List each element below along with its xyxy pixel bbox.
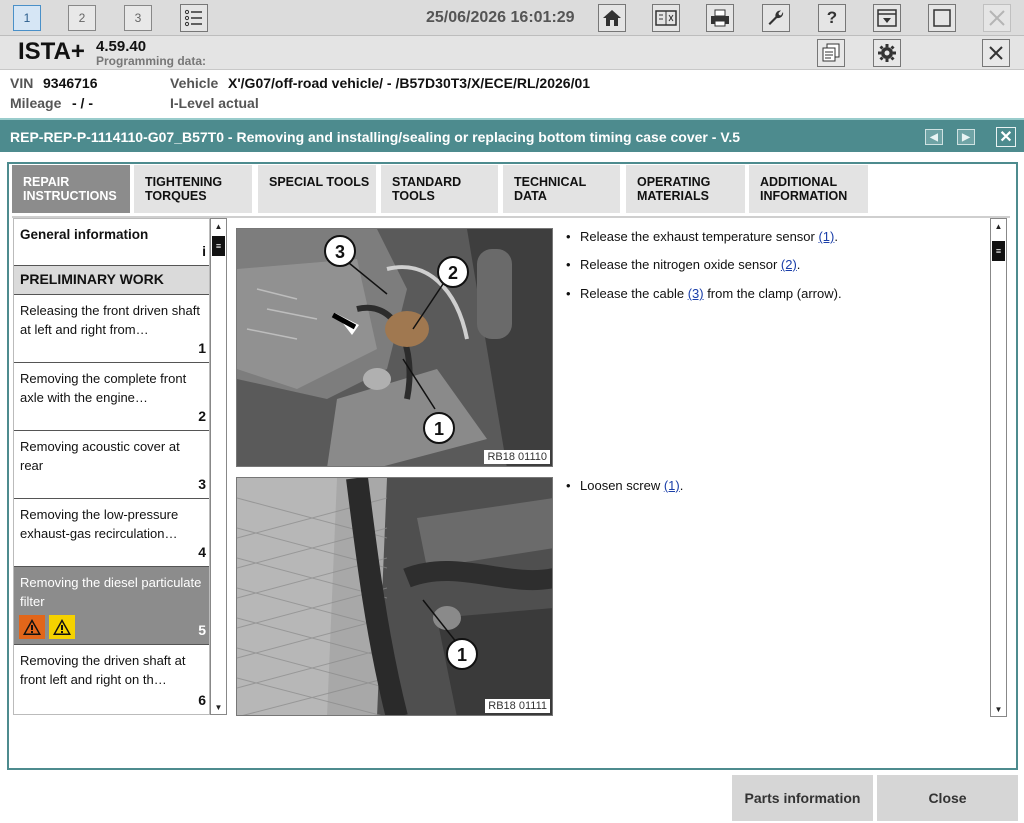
callout-1: 1 [423,412,455,444]
print-icon[interactable] [706,4,734,32]
tab-standard-tools[interactable]: STANDARD TOOLS [381,165,498,213]
list-item-label: Removing the complete front axle with th… [20,371,187,405]
scroll-up-icon[interactable]: ▲ [211,220,226,232]
svg-text:3: 3 [335,242,345,262]
parts-information-button[interactable]: Parts information [732,775,873,821]
exit-icon [983,4,1011,32]
scroll-down-icon[interactable]: ▼ [211,701,226,713]
tab-special-tools[interactable]: SPECIAL TOOLS [258,165,376,213]
list-item-label: Removing the low-pressure exhaust-gas re… [20,507,179,541]
list-item-label: General information [20,227,149,242]
programming-data-label: Programming data: [96,54,207,68]
app-version: 4.59.40 [96,38,147,55]
list-item-number: 1 [198,340,206,356]
list-item-label: Removing acoustic cover at rear [20,439,180,473]
close-document-icon[interactable]: ✕ [996,127,1016,147]
next-arrow-icon[interactable]: ▶ [957,129,975,145]
list-item-selected[interactable]: Removing the diesel particulate filter 5 [14,567,209,645]
list-item-number: 5 [198,622,206,638]
mileage-label: Mileage [10,95,62,111]
home-icon[interactable] [598,4,626,32]
content-scrollbar[interactable]: ▲ ≡ ▼ [990,218,1007,717]
tab-repair-instructions[interactable]: REPAIR INSTRUCTIONS [12,165,130,213]
session-tab-2[interactable]: 2 [68,5,96,31]
list-item-label: Removing the driven shaft at front left … [20,653,186,687]
callout-2: 2 [437,256,469,288]
ilevel-label: I-Level actual [170,95,259,111]
list-item[interactable]: Removing the low-pressure exhaust-gas re… [14,499,209,567]
vin-value: 9346716 [43,75,98,91]
top-toolbar: 1 2 3 25/06/2026 16:01:29 ? [0,0,1024,36]
datetime: 25/06/2026 16:01:29 [426,9,575,26]
app-header: ISTA+ 4.59.40 Programming data: [0,36,1024,70]
list-item-general[interactable]: General information i [14,219,209,266]
step-image-1: 3 2 1 RB18 01110 [236,228,553,467]
list-item-number: 3 [198,476,206,492]
scroll-thumb[interactable]: ≡ [992,241,1005,261]
document-title-bar: REP-REP-P-1114110-G07_B57T0 - Removing a… [0,118,1024,152]
list-item-label: Releasing the front driven shaft at left… [20,303,200,337]
instruction-step: • Release the cable (3) from the clamp (a… [566,286,842,301]
compare-icon[interactable] [652,4,680,32]
step-list: General information i PRELIMINARY WORK R… [13,218,210,715]
app-name: ISTA+ [18,38,85,65]
list-scrollbar[interactable]: ▲ ≡ ▼ [210,218,227,715]
tab-operating-materials[interactable]: OPERATING MATERIALS [626,165,745,213]
scroll-down-icon[interactable]: ▼ [991,703,1006,715]
gear-icon[interactable] [873,39,901,67]
tab-technical-data[interactable]: TECHNICAL DATA [503,165,620,213]
vehicle-value: X'/G07/off-road vehicle/ - /B57D30T3/X/E… [228,75,591,91]
list-item[interactable]: Removing the complete front axle with th… [14,363,209,431]
documents-icon[interactable] [817,39,845,67]
caution-icon [49,615,75,639]
list-item-number: 6 [198,692,206,708]
list-icon[interactable] [180,4,208,32]
instruction-step: • Loosen screw (1). [566,478,684,493]
window-icon[interactable] [928,4,956,32]
list-item-number: 4 [198,544,206,560]
image-caption: RB18 01110 [484,450,550,464]
vehicle-label: Vehicle [170,75,219,91]
tab-tightening-torques[interactable]: TIGHTENING TORQUES [134,165,252,213]
callout-3: 3 [324,235,356,267]
reference-link[interactable]: (2) [781,257,797,272]
help-icon[interactable]: ? [818,4,846,32]
scroll-thumb[interactable]: ≡ [212,236,225,256]
session-tab-3[interactable]: 3 [124,5,152,31]
close-button[interactable]: Close [877,775,1018,821]
vehicle-info-bar: VIN 9346716 Mileage - / - Vehicle X'/G07… [0,70,1024,118]
scroll-up-icon[interactable]: ▲ [991,220,1006,232]
svg-text:1: 1 [457,645,467,665]
previous-arrow-icon[interactable]: ◀ [925,129,943,145]
list-item-label: Removing the diesel particulate filter [20,575,202,609]
svg-text:2: 2 [448,263,458,283]
image-caption: RB18 01111 [485,699,550,713]
instruction-step: • Release the exhaust temperature sensor … [566,229,838,244]
list-item[interactable]: Removing acoustic cover at rear 3 [14,431,209,499]
list-item-number: 2 [198,408,206,424]
dropdown-menu-icon[interactable] [873,4,901,32]
list-item[interactable]: Removing the driven shaft at front left … [14,645,209,714]
mileage-value: - / - [72,95,93,111]
callout-1: 1 [446,638,478,670]
tab-additional-information[interactable]: ADDITIONAL INFORMATION [749,165,868,213]
document-title: REP-REP-P-1114110-G07_B57T0 - Removing a… [10,129,741,145]
section-header: PRELIMINARY WORK [14,266,209,295]
svg-text:1: 1 [434,419,444,439]
step-image-2: 1 RB18 01111 [236,477,553,716]
vin-label: VIN [10,75,34,91]
wrench-icon[interactable] [762,4,790,32]
instruction-step: • Release the nitrogen oxide sensor (2). [566,257,801,272]
warning-icon [19,615,45,639]
session-tab-1[interactable]: 1 [13,5,41,31]
info-marker: i [202,243,206,259]
reference-link[interactable]: (3) [688,286,704,301]
reference-link[interactable]: (1) [664,478,680,493]
list-item[interactable]: Releasing the front driven shaft at left… [14,295,209,363]
close-session-icon[interactable] [982,39,1010,67]
reference-link[interactable]: (1) [818,229,834,244]
